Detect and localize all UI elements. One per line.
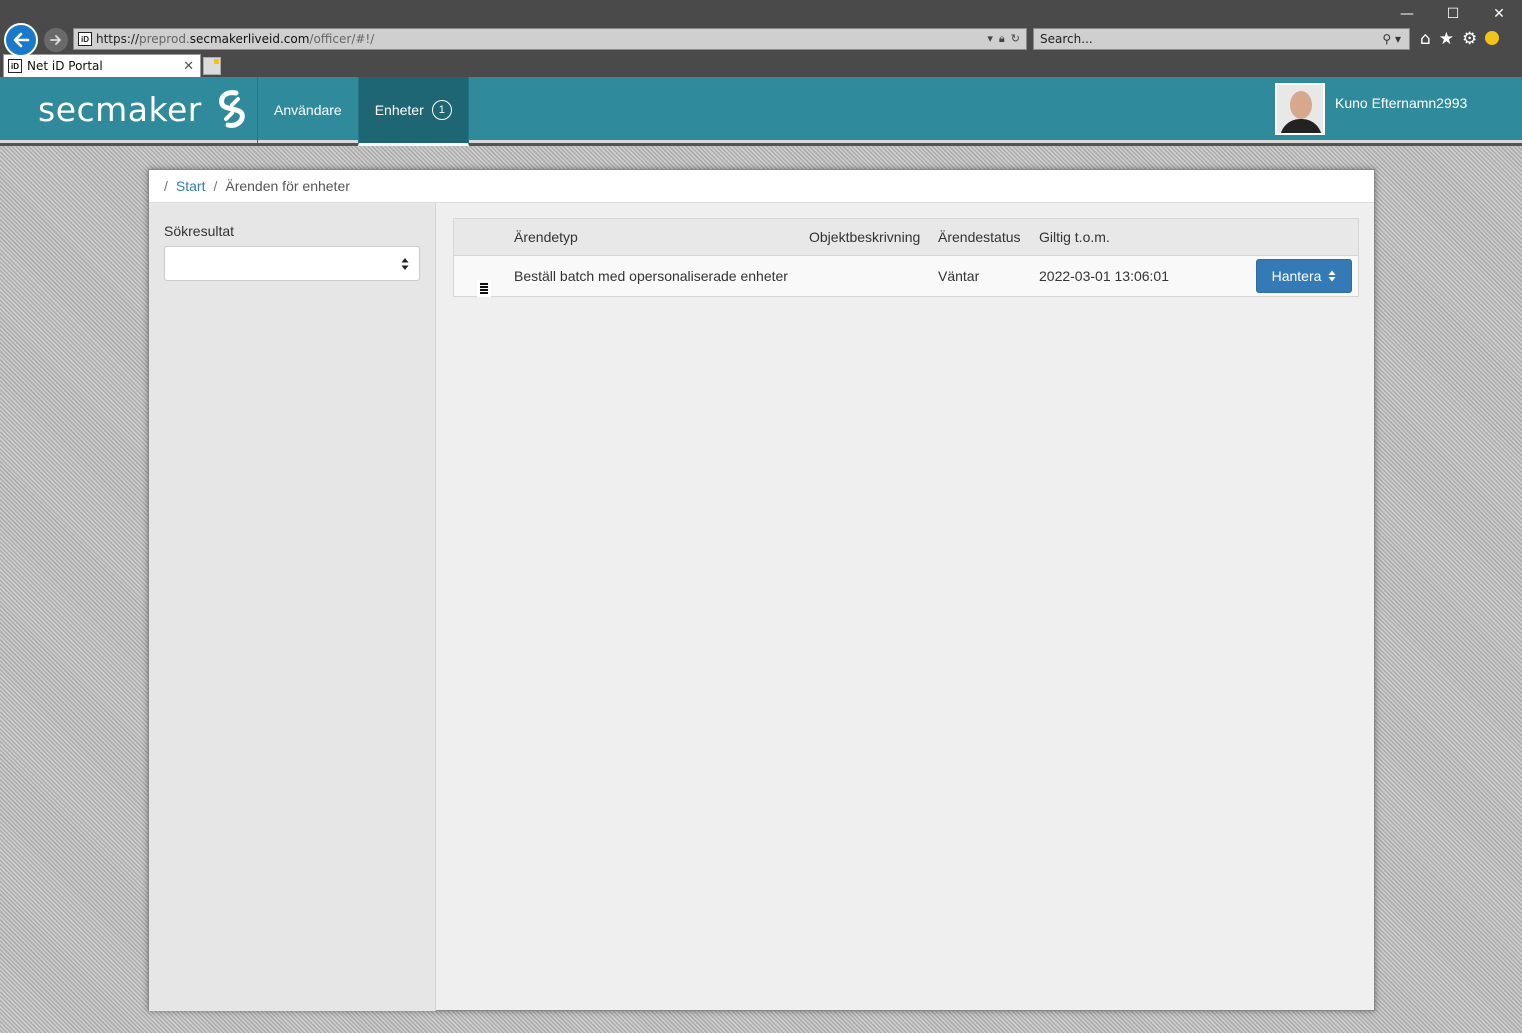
site-favicon-icon: iD [78, 32, 92, 46]
url-subdomain: preprod. [139, 32, 190, 46]
close-window-icon[interactable]: ✕ [1476, 0, 1522, 28]
breadcrumb-separator: / [164, 178, 168, 194]
tab-favicon-icon: iD [8, 59, 22, 73]
case-type-cell: Beställ batch med opersonaliserade enhet… [514, 268, 788, 284]
breadcrumb-start-link[interactable]: Start [176, 178, 206, 194]
user-menu[interactable]: Kuno Efternamn2993 [1275, 83, 1467, 135]
tab-close-icon[interactable]: ✕ [183, 59, 194, 74]
table-header: Ärendetyp Objektbeskrivning Ärendestatus… [454, 219, 1358, 256]
breadcrumb-separator: / [213, 178, 218, 194]
breadcrumb-current: Ärenden för enheter [225, 178, 350, 194]
cases-table: Ärendetyp Objektbeskrivning Ärendestatus… [453, 218, 1359, 297]
column-header-valid-until[interactable]: Giltig t.o.m. [1039, 229, 1110, 245]
search-results-label: Sökresultat [164, 223, 235, 239]
avatar-head [1290, 91, 1312, 119]
case-valid-until-cell: 2022-03-01 13:06:01 [1039, 268, 1169, 284]
avatar-body [1280, 119, 1322, 133]
address-tools: ▾ 🔒︎ ↻ [987, 32, 1026, 46]
search-icon[interactable]: ⚲ ▾ [1382, 32, 1409, 46]
feedback-smiley-icon[interactable] [1485, 31, 1500, 45]
column-header-status[interactable]: Ärendestatus [938, 229, 1021, 245]
table-row[interactable]: Beställ batch med opersonaliserade enhet… [454, 256, 1358, 297]
tab-title: Net iD Portal [27, 59, 103, 73]
cases-content: Ärendetyp Objektbeskrivning Ärendestatus… [453, 218, 1359, 297]
case-status-cell: Väntar [938, 268, 980, 284]
sidebar: Sökresultat [149, 203, 436, 1011]
sort-arrows-icon [401, 258, 409, 270]
sort-arrows-icon [1328, 270, 1336, 282]
lock-icon[interactable]: 🔒︎ [999, 32, 1005, 46]
refresh-icon[interactable]: ↻ [1011, 32, 1020, 46]
column-header-description[interactable]: Objektbeskrivning [809, 229, 920, 245]
home-icon[interactable]: ⌂ [1420, 29, 1431, 49]
window-controls: — ☐ ✕ [1384, 0, 1522, 28]
dropdown-icon[interactable]: ▾ [987, 32, 993, 46]
new-tab-button[interactable] [203, 57, 221, 75]
column-header-type[interactable]: Ärendetyp [514, 229, 578, 245]
main-nav: Användare Enheter 1 [257, 77, 469, 146]
main-panel: / Start / Ärenden för enheter Sökresulta… [148, 169, 1375, 1011]
maximize-icon[interactable]: ☐ [1430, 0, 1476, 28]
arrow-left-icon [13, 32, 30, 48]
favorites-star-icon[interactable]: ★ [1439, 29, 1454, 49]
nav-item-anvandare[interactable]: Användare [257, 77, 358, 143]
handle-button[interactable]: Hantera [1256, 259, 1352, 293]
browser-search-input[interactable]: Search... ⚲ ▾ [1033, 28, 1410, 50]
handle-button-label: Hantera [1271, 268, 1322, 284]
tab-strip: iD Net iD Portal ✕ [0, 54, 1522, 77]
breadcrumb: / Start / Ärenden för enheter [149, 170, 1374, 203]
url-text: https://preprod.secmakerliveid.com/offic… [96, 32, 374, 46]
url-scheme: https:// [96, 32, 140, 46]
settings-gear-icon[interactable]: ⚙ [1462, 29, 1477, 49]
nav-item-enheter[interactable]: Enheter 1 [357, 77, 469, 146]
nav-item-label: Användare [274, 102, 342, 118]
minimize-icon[interactable]: — [1384, 0, 1430, 28]
brand-logo[interactable]: secmaker [38, 89, 248, 129]
arrow-right-icon [50, 35, 61, 45]
brand-name: secmaker [38, 89, 202, 129]
avatar [1275, 83, 1325, 135]
address-bar[interactable]: iD https://preprod.secmakerliveid.com/of… [73, 28, 1027, 50]
app-header: secmaker Användare Enheter 1 Kuno Eftern… [0, 77, 1522, 146]
secmaker-logo-icon [218, 90, 245, 128]
nav-count-badge: 1 [431, 100, 452, 120]
browser-toolbar-icons: ⌂ ★ ⚙ [1420, 29, 1500, 49]
back-button[interactable] [4, 23, 38, 57]
url-domain: secmakerliveid.com [189, 32, 310, 46]
url-path: /officer/#!/ [309, 32, 375, 46]
nav-item-label: Enheter [374, 102, 424, 118]
user-name: Kuno Efternamn2993 [1335, 95, 1468, 111]
browser-search-placeholder: Search... [1040, 32, 1093, 46]
forward-button[interactable] [44, 28, 68, 52]
search-results-select[interactable] [164, 246, 420, 281]
browser-tab[interactable]: iD Net iD Portal ✕ [3, 54, 201, 77]
